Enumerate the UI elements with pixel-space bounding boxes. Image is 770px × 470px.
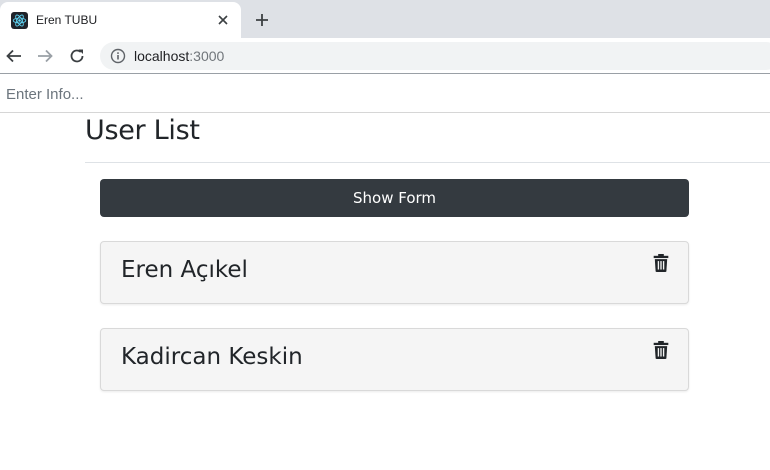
url-text: localhost:3000: [134, 48, 224, 64]
tab-strip: Eren TUBU: [0, 0, 770, 38]
arrow-right-icon[interactable]: [34, 45, 56, 67]
tab-title: Eren TUBU: [36, 13, 98, 27]
arrow-left-icon[interactable]: [3, 45, 25, 67]
browser-toolbar: localhost:3000: [0, 38, 770, 74]
user-name: Eren Açıkel: [121, 257, 248, 283]
info-icon[interactable]: [110, 48, 126, 64]
user-card: Eren Açıkel: [100, 241, 689, 304]
plus-icon[interactable]: [251, 9, 273, 31]
page-title: User List: [85, 115, 200, 146]
trash-icon[interactable]: [653, 341, 669, 359]
address-bar[interactable]: localhost:3000: [100, 42, 770, 70]
browser-tab[interactable]: Eren TUBU: [0, 2, 241, 38]
url-port: :3000: [189, 48, 225, 64]
title-divider: [85, 162, 770, 163]
user-card: Kadircan Keskin: [100, 328, 689, 391]
reload-icon[interactable]: [66, 45, 88, 67]
url-host: localhost: [134, 48, 190, 64]
enter-info-input[interactable]: [0, 76, 770, 113]
user-name: Kadircan Keskin: [121, 344, 303, 370]
show-form-button[interactable]: Show Form: [100, 179, 689, 217]
trash-icon[interactable]: [653, 254, 669, 272]
close-icon[interactable]: [214, 11, 232, 29]
react-logo-icon: [11, 12, 28, 29]
